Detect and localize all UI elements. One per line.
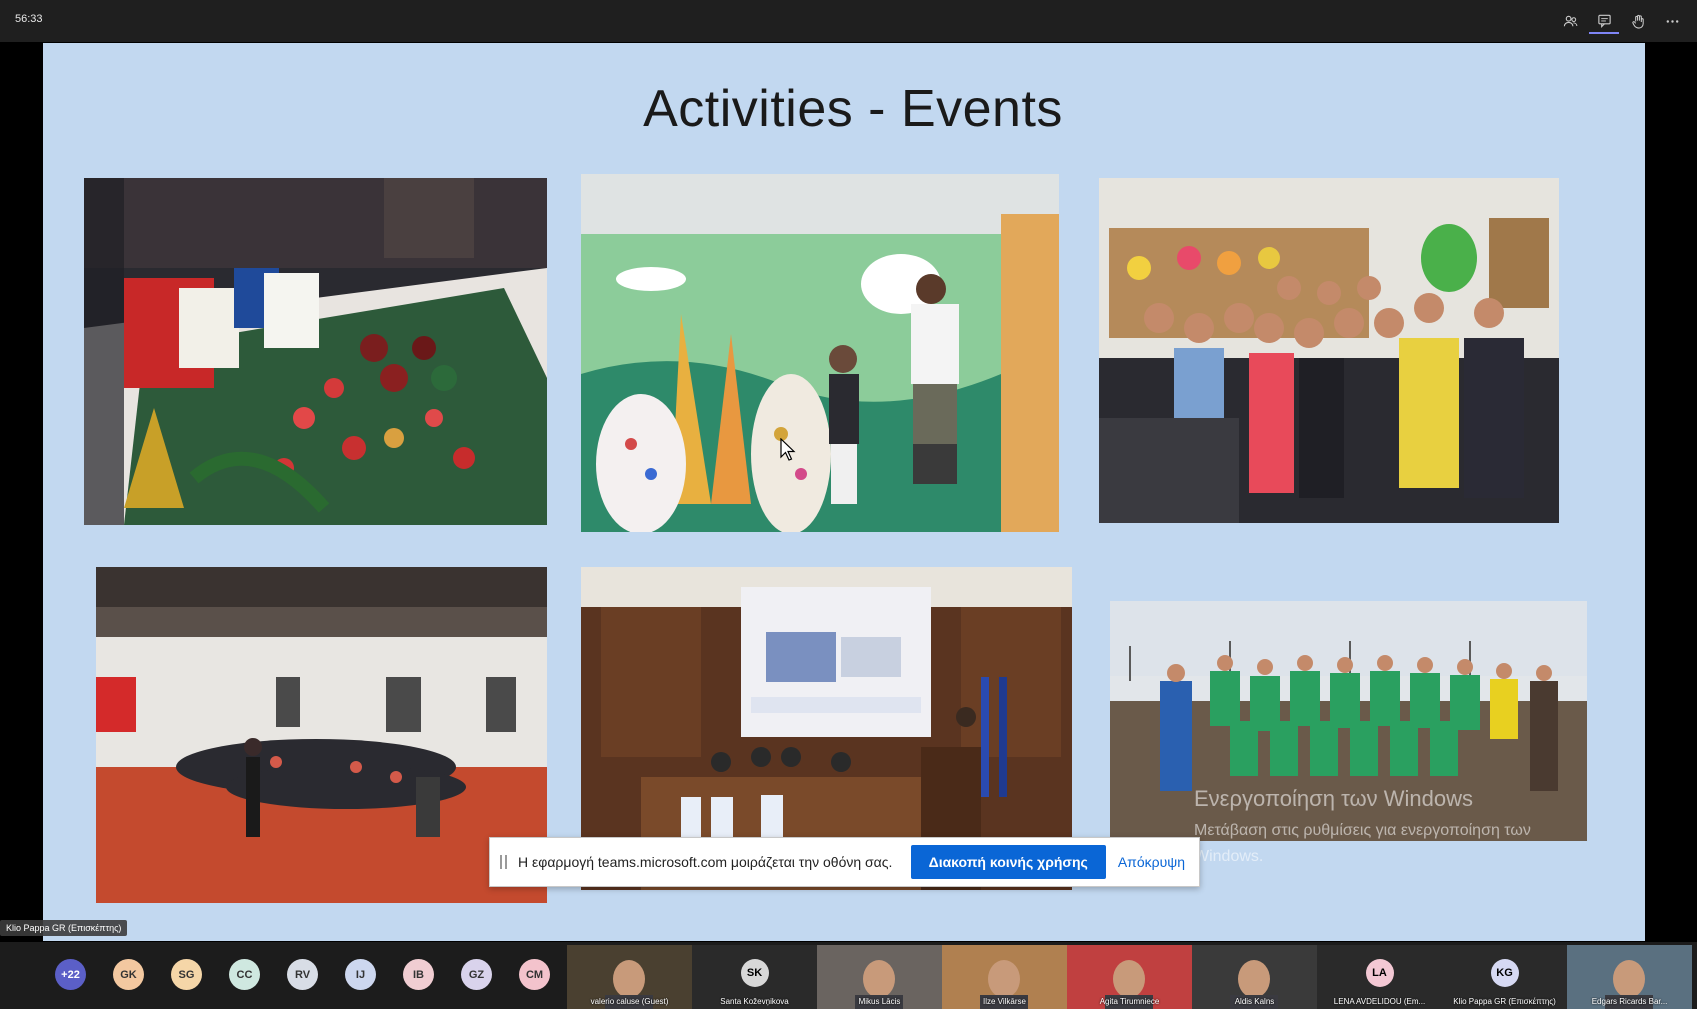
participant-tile[interactable]: Mikus Lācis — [817, 945, 942, 1009]
participant-tile[interactable]: KG Klio Pappa GR (Επισκέπτης) — [1442, 945, 1567, 1009]
watermark-title: Ενεργοποίηση των Windows — [1194, 786, 1473, 811]
photo-christmas-crafts — [84, 178, 547, 525]
mouse-cursor-icon — [780, 438, 796, 461]
more-options-icon[interactable] — [1657, 8, 1687, 34]
meeting-top-bar: 56:33 — [0, 0, 1697, 42]
meeting-toolbar — [1555, 8, 1687, 34]
presentation-slide: Activities - Events Ενεργοποίηση των Win… — [43, 43, 1645, 941]
participant-tile[interactable]: valerio caluse (Guest) — [567, 945, 692, 1009]
windows-activation-watermark: Ενεργοποίηση των Windows Μετάβαση στις ρ… — [1194, 786, 1594, 870]
participant-avatar[interactable]: GK — [113, 959, 144, 990]
participant-avatar[interactable]: GZ — [461, 959, 492, 990]
drag-handle-icon[interactable] — [500, 855, 508, 869]
sharing-message: Η εφαρμογή teams.microsoft.com μοιράζετα… — [518, 854, 893, 870]
photo-mural-painting — [581, 174, 1059, 532]
watermark-subtitle: Μετάβαση στις ρυθμίσεις για ενεργοποίηση… — [1194, 822, 1531, 865]
participant-name: Ilze Vilkārse — [983, 997, 1026, 1006]
more-participants-button[interactable]: +22 — [55, 959, 86, 990]
participant-name: Santa Koževņikova — [720, 997, 789, 1006]
presenter-name-label: Klio Pappa GR (Επισκέπτης) — [0, 920, 128, 936]
participants-strip: +22 GK SG CC RV IJ IB GZ CM valerio caluse (Gue… — [0, 942, 1697, 1009]
participant-avatar: LA — [1365, 959, 1394, 987]
participant-avatar[interactable]: IJ — [345, 959, 376, 990]
photo-group-students — [1099, 178, 1559, 523]
people-icon[interactable] — [1555, 8, 1585, 34]
participant-video-tiles: valerio caluse (Guest) SK Santa Koževņikov… — [567, 945, 1692, 1009]
participant-tile[interactable]: Aldis Kalns — [1192, 945, 1317, 1009]
participant-name: Agita Tirumniece — [1099, 997, 1160, 1006]
participant-avatar[interactable]: SG — [171, 959, 202, 990]
participant-name: Aldis Kalns — [1234, 997, 1275, 1006]
participant-avatar[interactable]: CC — [229, 959, 260, 990]
screen-sharing-notification: Η εφαρμογή teams.microsoft.com μοιράζετα… — [489, 837, 1200, 887]
meeting-timer: 56:33 — [15, 13, 43, 25]
participant-avatar[interactable]: IB — [403, 959, 434, 990]
photo-auditorium — [96, 567, 547, 903]
participant-avatar: SK — [740, 959, 769, 987]
participant-avatars: +22 GK SG CC RV IJ IB GZ CM — [55, 959, 577, 990]
participant-name: valerio caluse (Guest) — [590, 997, 669, 1006]
stop-sharing-button[interactable]: Διακοπή κοινής χρήσης — [910, 845, 1106, 879]
participant-name: Klio Pappa GR (Επισκέπτης) — [1453, 997, 1556, 1006]
participant-name: Edgars Ricards Bar... — [1591, 997, 1668, 1006]
hide-button[interactable]: Απόκρυψη — [1118, 854, 1185, 870]
participant-tile[interactable]: Agita Tirumniece — [1067, 945, 1192, 1009]
slide-title: Activities - Events — [643, 80, 1063, 138]
participant-tile[interactable]: SK Santa Koževņikova — [692, 945, 817, 1009]
participant-avatar[interactable]: CM — [519, 959, 550, 990]
participant-tile[interactable]: Ilze Vilkārse — [942, 945, 1067, 1009]
participant-avatar[interactable]: RV — [287, 959, 318, 990]
shared-screen: Activities - Events Ενεργοποίηση των Win… — [0, 42, 1697, 942]
participant-tile[interactable]: Edgars Ricards Bar... — [1567, 945, 1692, 1009]
participant-name: LENA AVDELIDOU (Em... — [1333, 997, 1426, 1006]
chat-icon[interactable] — [1589, 8, 1619, 34]
raise-hand-icon[interactable] — [1623, 8, 1653, 34]
participant-tile[interactable]: LA LENA AVDELIDOU (Em... — [1317, 945, 1442, 1009]
participant-avatar: KG — [1490, 959, 1519, 987]
participant-name: Mikus Lācis — [858, 997, 901, 1006]
